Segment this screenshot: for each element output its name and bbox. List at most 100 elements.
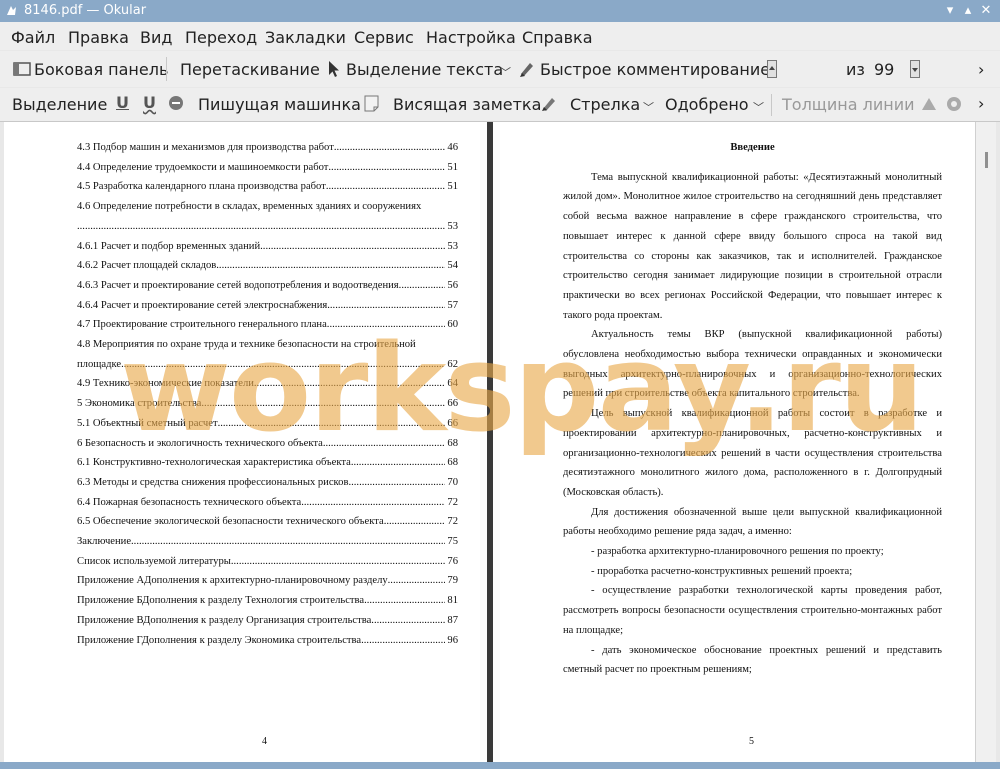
cursor-arrow-icon [329,61,339,77]
scrollbar-thumb[interactable] [985,152,988,168]
okular-app-icon [7,6,16,15]
quick-annotation-button[interactable]: Быстрое комментирование [540,60,770,79]
opacity-icon[interactable] [946,96,962,112]
toc-entry-title: 6.3 Методы и средства снижения профессио… [77,476,349,488]
menu-bookmarks[interactable]: Закладки [265,28,346,47]
toc-entry-title: Приложение АДополнения к архитектурно-пл… [77,575,388,587]
menu-help[interactable]: Справка [522,28,593,47]
toc-leader-dots [388,571,446,591]
toolbar-separator [166,57,167,81]
task-list-item: - осуществление разработки технологическ… [563,585,942,636]
toc-entry-title: Приложение ВДополнения к разделу Организ… [77,614,372,626]
toc-entry-page: 70 [447,476,458,488]
toc-entry-page: 46 [447,142,458,153]
toc-entry-page: 72 [447,496,458,508]
maximize-icon[interactable]: ▴ [960,3,976,19]
toc-entry: 6.3 Методы и средства снижения профессио… [77,473,458,493]
menu-file[interactable]: Файл [11,28,55,47]
minimize-icon[interactable]: ▾ [942,3,958,19]
close-icon[interactable]: ✕ [978,3,994,19]
toc-entry: 4.6 Определение потребности в складах, в… [77,197,458,217]
window-bottom-border [0,762,1000,769]
toolbar-separator [771,94,772,116]
introduction-heading: Введение [730,142,775,153]
menu-tools[interactable]: Сервис [354,28,414,47]
toc-entry-title: 6.4 Пожарная безопасность технического о… [77,496,302,508]
toc-entry: 4.5 Разработка календарного плана произв… [77,177,458,197]
toc-entry-title: площадке [77,358,122,370]
line-width-button[interactable]: Толщина линии [782,95,915,114]
annotation-toolbar-overflow-chevron-icon[interactable]: › [978,94,984,113]
toc-entry-page: 96 [447,634,458,646]
menu-settings[interactable]: Настройка [426,28,516,47]
typewriter-tool-button[interactable]: Пишущая машинка [198,95,361,114]
toc-entry: 4.6.2 Расчет площадей складов 54 [77,256,458,276]
toc-leader-dots [364,591,445,611]
strikeout-icon[interactable] [168,95,184,111]
sidebar-icon [13,62,31,76]
toc-entry-title: 4.6.2 Расчет площадей складов [77,260,217,272]
intro-paragraph: Для достижения обозначенной выше цели вы… [563,506,942,538]
toc-leader-dots [399,276,446,296]
toolbar-overflow-chevron-icon[interactable]: › [978,60,984,79]
toc-leader-dots [348,473,445,493]
toc-entry: 4.6.3 Расчет и проектирование сетей водо… [77,276,458,296]
toc-entry: Приложение ГДополнения к разделу Экономи… [77,631,458,651]
arrow-dropdown-chevron-icon[interactable]: ﹀ [643,99,654,115]
toc-entry: Список используемой литературы 76 [77,552,458,572]
menu-edit[interactable]: Правка [68,28,129,47]
toc-entry: Приложение АДополнения к архитектурно-пл… [77,571,458,591]
toc-entry-title: Приложение ГДополнения к разделу Экономи… [77,634,362,646]
toc-entry-page: 79 [447,575,458,587]
intro-paragraph: Тема выпускной квалификационной работы: … [563,171,942,321]
toc-entry-page: 53 [447,240,458,252]
toc-entry: 4.4 Определение трудоемкости и машиноемк… [77,158,458,178]
toc-entry-title: 4.6.3 Расчет и проектирование сетей водо… [77,279,399,291]
color-icon[interactable] [920,96,938,112]
window-title: 8146.pdf — Okular [24,3,147,18]
toc-entry: 4.6.4 Расчет и проектирование сетей элек… [77,296,458,316]
toc-entry: 6.5 Обеспечение экологической безопаснос… [77,512,458,532]
underline-icon[interactable]: U [116,93,129,112]
toc-entry-title: 4.6.4 Расчет и проектирование сетей элек… [77,299,328,311]
stamp-dropdown-chevron-icon[interactable]: ﹀ [753,99,764,115]
left-page-number: 4 [262,736,267,747]
toc-entry: 4.6.1 Расчет и подбор временных зданий 53 [77,237,458,257]
menu-view[interactable]: Вид [140,28,172,47]
pop-up-note-tool-button[interactable]: Висящая заметка [393,95,541,114]
toc-entry-title: 4.6 Определение потребности в складах, в… [77,201,422,213]
task-list-item: - разработка архитектурно-планировочного… [591,546,884,558]
text-select-button[interactable]: Выделение текста [346,60,503,79]
watermark: workspay.ru [120,320,924,459]
menu-go[interactable]: Переход [185,28,257,47]
toc-leader-dots [371,611,445,631]
page-total-label: 99 [874,60,895,79]
main-toolbar: Боковая панель Перетаскивание Выделение … [0,51,1000,136]
toc-entry-continuation: 53 [77,217,458,237]
stamp-tool-button[interactable]: Одобрено [665,95,749,114]
squiggle-icon[interactable]: U [143,93,156,112]
menu-bar: Файл Правка Вид Переход Закладки Сервис … [0,22,1000,50]
title-bar: 8146.pdf — Okular ▾ ▴ ✕ [0,0,1000,22]
sidebar-button[interactable]: Боковая панель [34,60,168,79]
toc-entry-title: Заключение [77,536,132,548]
highlight-tool-button[interactable]: Выделение [12,95,107,114]
toc-entry-page: 76 [447,555,458,567]
right-page-number: 5 [749,736,754,747]
arrow-tool-icon [542,98,555,111]
arrow-tool-button[interactable]: Стрелка [570,95,640,114]
text-select-dropdown-chevron-icon[interactable]: ﹀ [500,64,511,80]
toc-entry-title: 6.5 Обеспечение экологической безопаснос… [77,516,384,528]
toc-leader-dots [77,217,445,237]
toc-leader-dots [216,256,445,276]
next-page-icon[interactable] [910,60,920,78]
browse-tool-button[interactable]: Перетаскивание [180,60,320,79]
toc-entry-title: Список используемой литературы [77,555,231,567]
previous-page-icon[interactable] [767,60,777,78]
toc-entry-page: 72 [447,516,458,528]
annotation-toolbar: Выделение U U Пишущая машинка Висящая за… [0,88,1000,122]
page-of-label: из [846,60,865,79]
vertical-scrollbar[interactable] [975,122,996,762]
toc-entry-title: 4.6.1 Расчет и подбор временных зданий [77,240,261,252]
toc-entry-page: 51 [447,161,458,173]
